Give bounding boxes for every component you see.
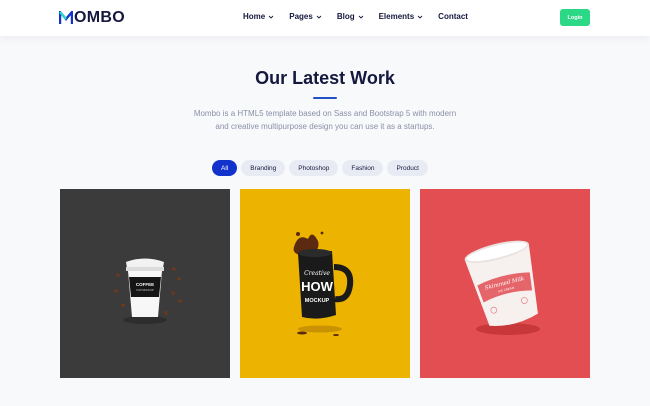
filter-fashion[interactable]: Fashion <box>342 160 384 176</box>
nav-item-blog[interactable]: Blog <box>337 12 364 21</box>
nav-label: Pages <box>289 12 313 21</box>
chevron-down-icon <box>316 15 322 19</box>
title-underline <box>313 97 337 99</box>
chevron-down-icon <box>417 15 423 19</box>
section-title: Our Latest Work <box>255 68 395 88</box>
section-subtitle: Mombo is a HTML5 template based on Sass … <box>193 109 457 131</box>
filter-all[interactable]: All <box>212 160 238 176</box>
chevron-down-icon <box>358 15 363 19</box>
brand-name: OMBO <box>74 9 125 26</box>
login-button[interactable]: Login <box>560 9 590 26</box>
nav-label: Home <box>243 12 266 21</box>
nav-label: Contact <box>438 12 468 21</box>
filter-branding[interactable]: Branding <box>241 160 286 176</box>
portfolio-filters: All Branding Photoshop Fashion Product <box>212 160 432 176</box>
portfolio-item-mug[interactable]: Creative HOW MOCKUP <box>240 189 410 378</box>
portfolio-item-paper-tub[interactable]: Skimmed Milk ICE CREAM <box>420 189 590 378</box>
nav-item-home[interactable]: Home <box>243 12 274 21</box>
mug-image: Creative HOW MOCKUP <box>293 231 354 336</box>
nav-label: Blog <box>336 12 355 21</box>
site-header: OMBO Home Pages Blog Elements Contact Lo… <box>0 0 650 36</box>
chevron-down-icon <box>268 15 274 19</box>
paper-tub-image: Skimmed Milk ICE CREAM <box>464 240 540 335</box>
main-nav: Home Pages Blog Elements Contact <box>243 12 468 21</box>
coffee-cup-image: COFFEE CUP MOCKUP <box>113 258 183 324</box>
nav-item-contact[interactable]: Contact <box>438 12 468 21</box>
nav-item-elements[interactable]: Elements <box>379 12 424 21</box>
filter-product[interactable]: Product <box>387 160 428 176</box>
logo-mark-icon <box>59 11 73 24</box>
portfolio-item-coffee-cup[interactable]: COFFEE CUP MOCKUP <box>60 189 230 378</box>
brand-logo[interactable]: OMBO <box>59 9 125 27</box>
cup-sublabel: CUP MOCKUP <box>136 288 154 292</box>
mug-label-2: HOW <box>301 279 334 294</box>
mug-label-1: Creative <box>304 270 330 277</box>
mug-label-3: MOCKUP <box>305 298 330 304</box>
filter-photoshop[interactable]: Photoshop <box>289 160 339 176</box>
cup-label: COFFEE <box>136 282 154 287</box>
nav-label: Elements <box>378 12 415 21</box>
nav-item-pages[interactable]: Pages <box>289 12 322 21</box>
